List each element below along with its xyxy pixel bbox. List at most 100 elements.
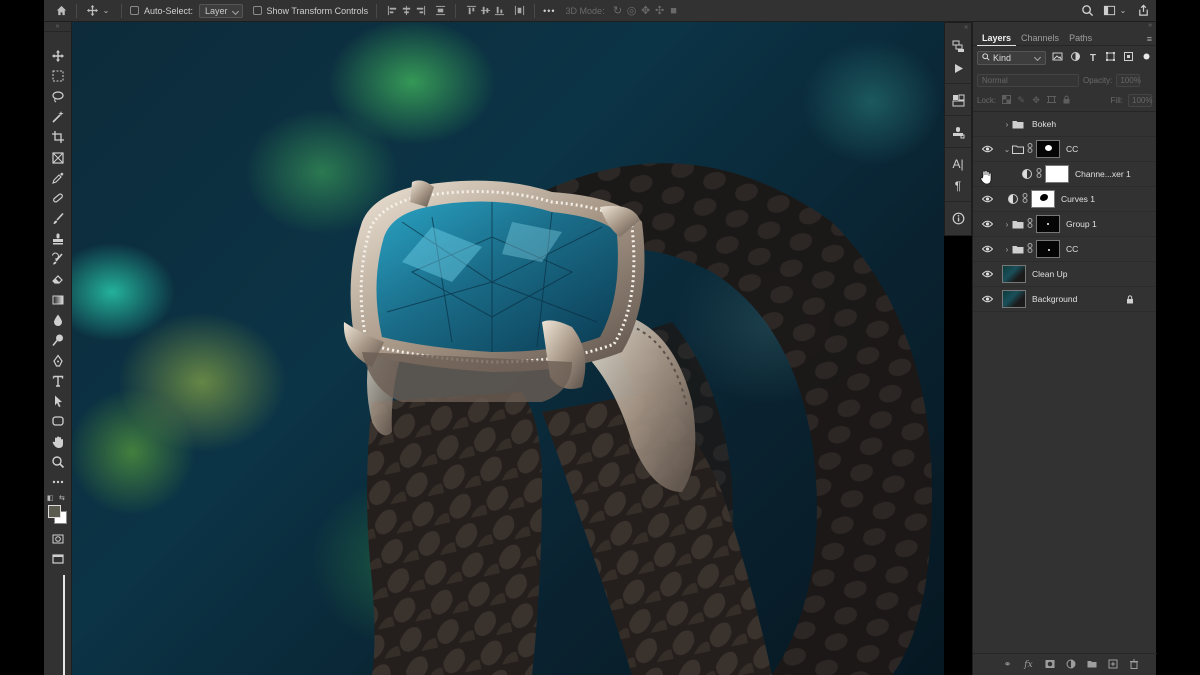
magic-wand-tool-icon[interactable] [44, 107, 72, 127]
align-top-icon[interactable] [464, 3, 478, 19]
filter-type-icon[interactable]: T [1087, 53, 1099, 64]
lock-position-icon[interactable]: ✥ [1031, 95, 1041, 106]
layer-thumbnail[interactable] [1002, 265, 1026, 283]
blend-mode-dropdown[interactable]: Normal [977, 73, 1079, 87]
home-icon[interactable] [54, 3, 68, 19]
distribute-vertical-icon[interactable] [512, 3, 526, 19]
healing-brush-tool-icon[interactable] [44, 188, 72, 208]
crop-tool-icon[interactable] [44, 127, 72, 147]
layer-row-group-1[interactable]: › Group 1 [973, 212, 1156, 237]
auto-select-option[interactable]: Auto-Select: [130, 0, 193, 22]
fill-input[interactable]: 100% [1128, 94, 1152, 107]
roll-3d-icon[interactable]: ◎ [625, 3, 639, 19]
tab-layers[interactable]: Layers [977, 32, 1017, 46]
filter-toggle-icon[interactable] [1140, 51, 1152, 65]
tab-paths[interactable]: Paths [1064, 32, 1097, 46]
align-right-icon[interactable] [413, 3, 427, 19]
layer-row-curves[interactable]: Curves 1 [973, 187, 1156, 212]
chevron-right-icon[interactable]: › [1002, 220, 1012, 229]
layer-mask-thumbnail[interactable] [1036, 240, 1060, 258]
workspace-icon[interactable] [1102, 3, 1116, 19]
eye-icon[interactable] [980, 270, 994, 278]
trash-icon[interactable] [1128, 659, 1139, 671]
share-icon[interactable] [1136, 3, 1150, 19]
hand-tool-icon[interactable] [44, 432, 72, 452]
layer-row-channel-mixer[interactable]: Channe...xer 1 [973, 162, 1156, 187]
search-icon[interactable] [1080, 3, 1094, 19]
scale-3d-icon[interactable]: ■ [667, 3, 681, 19]
layer-row-background[interactable]: Background [973, 287, 1156, 312]
layer-row-clean-up[interactable]: Clean Up [973, 262, 1156, 287]
align-left-icon[interactable] [385, 3, 399, 19]
layer-mask-thumbnail[interactable] [1036, 140, 1060, 158]
info-panel-icon[interactable] [945, 207, 971, 229]
filter-smart-object-icon[interactable] [1123, 51, 1135, 65]
auto-select-checkbox[interactable] [130, 6, 139, 15]
filter-pixel-icon[interactable] [1052, 51, 1064, 65]
eye-icon[interactable] [980, 195, 994, 203]
panel-collapse-grip[interactable]: » [973, 22, 1156, 32]
lock-all-icon[interactable] [1061, 95, 1071, 106]
add-mask-icon[interactable] [1044, 659, 1055, 671]
color-swatches[interactable]: ◧ ⇆ [44, 493, 71, 529]
lock-image-icon[interactable]: ✎ [1016, 95, 1026, 106]
adjustments-panel-icon[interactable] [945, 89, 971, 111]
type-tool-icon[interactable] [44, 371, 72, 391]
eraser-tool-icon[interactable] [44, 269, 72, 289]
link-icon[interactable] [1035, 168, 1043, 180]
orbit-3d-icon[interactable]: ↻ [611, 3, 625, 19]
edit-toolbar-icon[interactable] [44, 472, 72, 492]
chevron-right-icon[interactable]: › [1002, 120, 1012, 129]
align-hcenter-icon[interactable] [399, 3, 413, 19]
link-icon[interactable] [1026, 143, 1034, 155]
tab-channels[interactable]: Channels [1016, 32, 1064, 46]
pan-3d-icon[interactable]: ✥ [639, 3, 653, 19]
dodge-tool-icon[interactable] [44, 330, 72, 350]
panel-menu-icon[interactable]: ≡ [1147, 34, 1152, 44]
auto-select-target-dropdown[interactable]: Layer [199, 3, 243, 18]
move-tool-icon[interactable] [85, 3, 99, 19]
workspace-chevron-icon[interactable]: ⌄ [1116, 3, 1130, 19]
layer-mask-thumbnail[interactable] [1045, 165, 1069, 183]
paragraph-panel-icon[interactable]: ¶ [945, 175, 971, 197]
history-brush-tool-icon[interactable] [44, 249, 72, 269]
eye-icon[interactable] [980, 220, 994, 228]
foreground-color-swatch[interactable] [48, 504, 61, 518]
blur-tool-icon[interactable] [44, 310, 72, 330]
document-canvas[interactable] [72, 22, 944, 675]
chevron-right-icon[interactable]: › [1002, 245, 1012, 254]
transform-controls-option[interactable]: Show Transform Controls [252, 0, 368, 22]
filter-shape-icon[interactable] [1105, 51, 1117, 65]
eye-icon[interactable] [980, 295, 994, 303]
new-layer-icon[interactable] [1107, 659, 1118, 671]
clone-source-icon[interactable] [945, 121, 971, 143]
frame-tool-icon[interactable] [44, 147, 72, 167]
actions-play-icon[interactable] [945, 57, 971, 79]
link-icon[interactable] [1021, 193, 1029, 205]
link-icon[interactable] [1026, 243, 1034, 255]
fx-icon[interactable]: fx [1023, 660, 1034, 670]
marquee-tool-icon[interactable] [44, 66, 72, 86]
filter-adjustment-icon[interactable] [1069, 51, 1081, 65]
layer-thumbnail[interactable] [1002, 290, 1026, 308]
align-vcenter-icon[interactable] [478, 3, 492, 19]
shape-tool-icon[interactable] [44, 411, 72, 431]
eye-icon[interactable] [980, 145, 994, 153]
layer-mask-thumbnail[interactable] [1031, 190, 1055, 208]
tool-preset-chevron-icon[interactable]: ⌄ [99, 3, 113, 19]
character-panel-icon[interactable]: A| [945, 153, 971, 175]
history-panel-icon[interactable] [945, 35, 971, 57]
zoom-tool-icon[interactable] [44, 452, 72, 472]
path-selection-tool-icon[interactable] [44, 391, 72, 411]
link-layers-icon[interactable]: ⚭ [1002, 659, 1013, 670]
distribute-icon[interactable] [433, 3, 447, 19]
eye-icon[interactable] [980, 245, 994, 253]
align-bottom-icon[interactable] [492, 3, 506, 19]
filter-kind-dropdown[interactable]: Kind [977, 51, 1046, 65]
layer-row-cc-2[interactable]: › CC [973, 237, 1156, 262]
clone-stamp-tool-icon[interactable] [44, 229, 72, 249]
layer-row-bokeh[interactable]: › Bokeh [973, 112, 1156, 137]
brush-tool-icon[interactable] [44, 208, 72, 228]
slide-3d-icon[interactable]: ✣ [653, 3, 667, 19]
swap-colors-icon[interactable]: ⇆ [59, 494, 65, 502]
